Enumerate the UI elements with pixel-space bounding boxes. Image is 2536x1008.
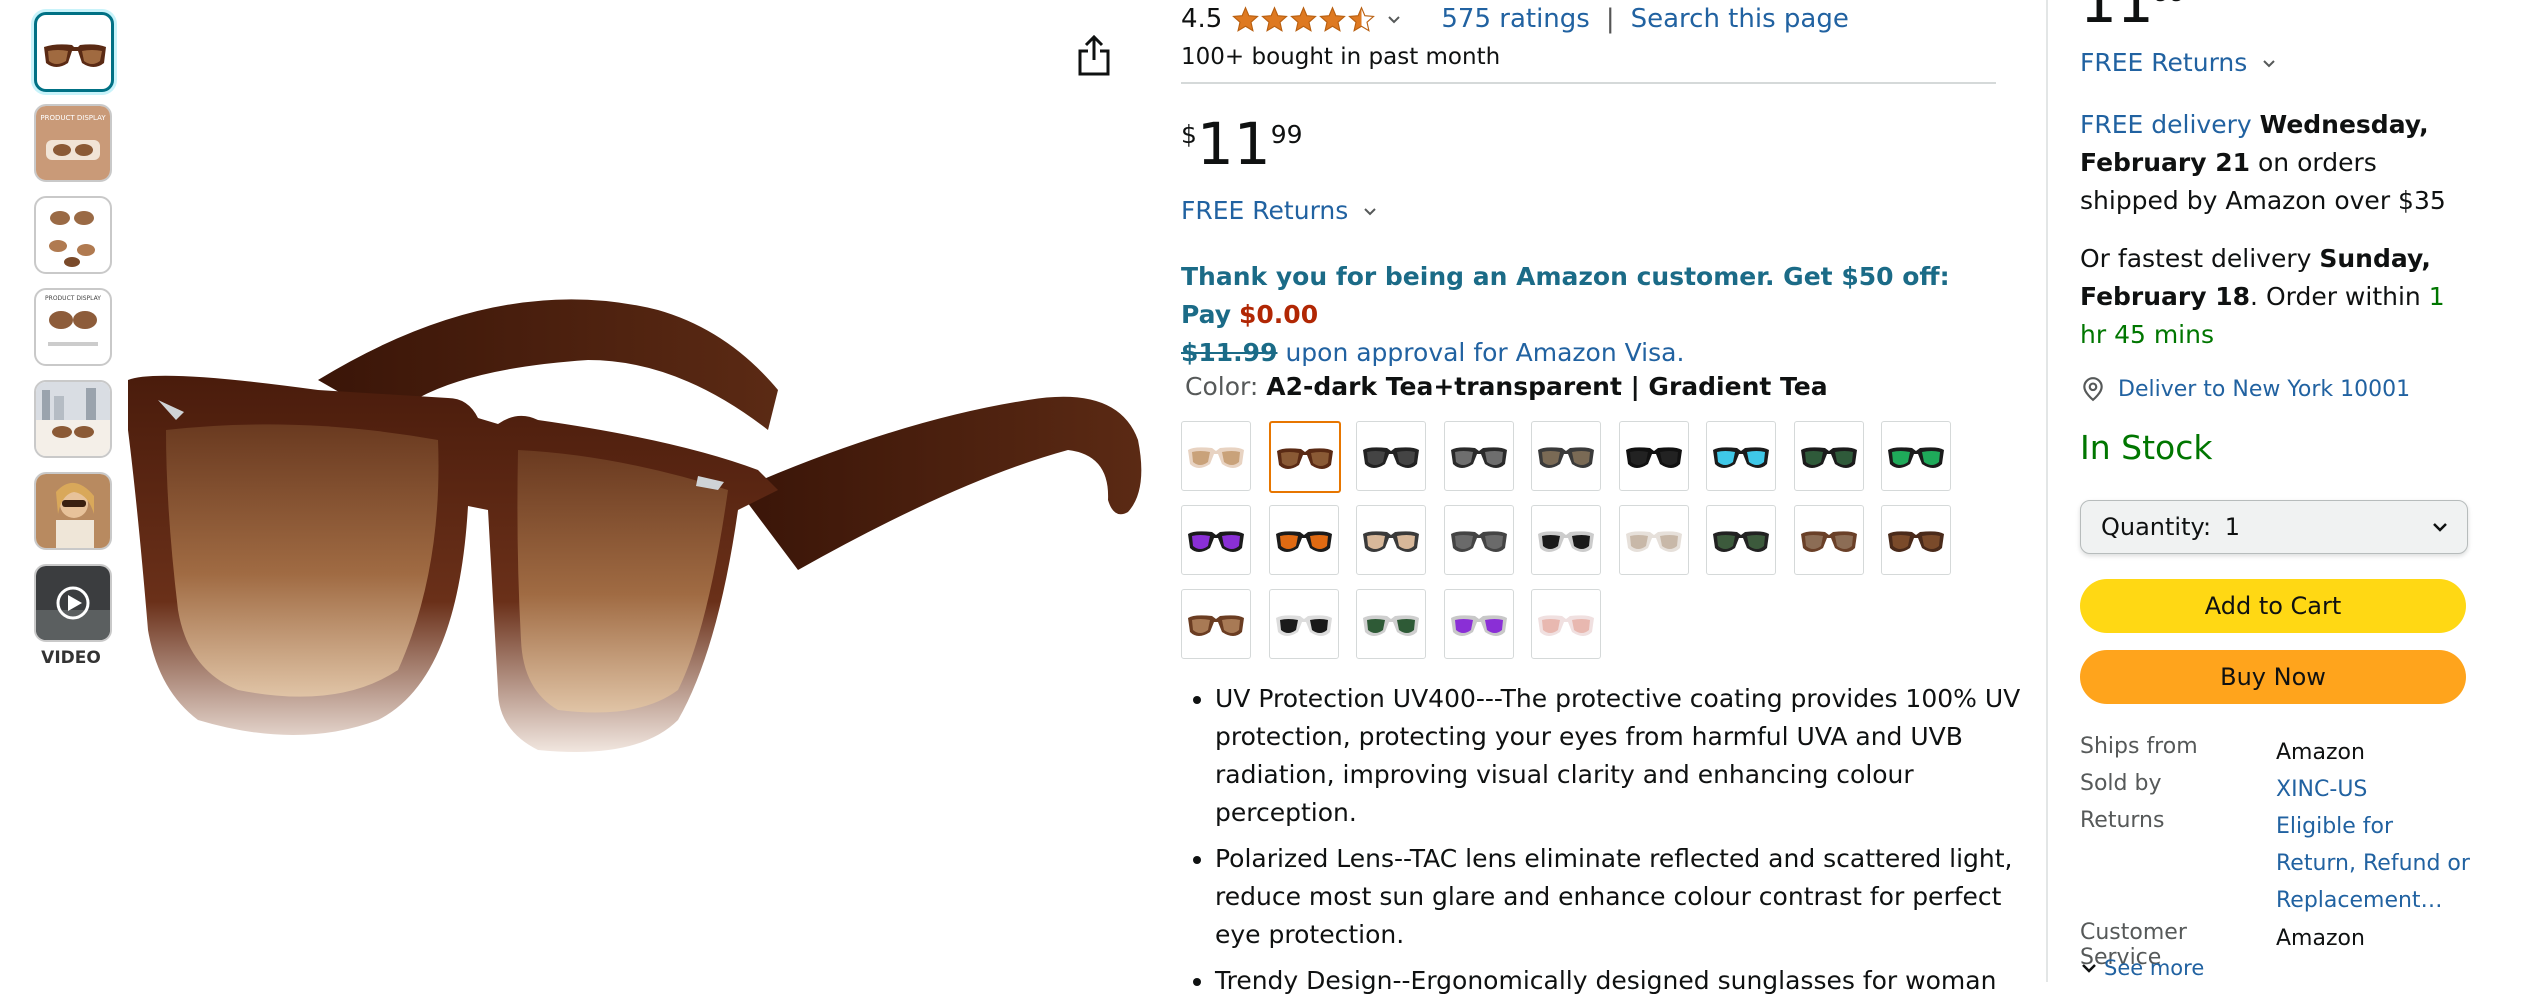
- chevron-down-icon: [2263, 60, 2275, 68]
- thumbnail-2-label: PRODUCT DISPLAY: [40, 114, 106, 122]
- feature-bullet: UV Protection UV400---The protective coa…: [1215, 680, 2035, 832]
- rating-stars[interactable]: [1232, 5, 1376, 33]
- stock-status: In Stock: [2080, 428, 2213, 467]
- thumbnail-4-label: PRODUCT DISPLAY: [45, 295, 101, 302]
- color-swatch[interactable]: [1531, 421, 1601, 491]
- quantity-label: Quantity:: [2101, 513, 2212, 541]
- rating-row: 4.5 575 ratings | Search this page: [1181, 4, 1849, 34]
- thumbnail-6[interactable]: [34, 472, 112, 550]
- free-returns-label: FREE Returns: [1181, 196, 1349, 225]
- color-value: A2-dark Tea+transparent | Gradient Tea: [1266, 372, 1828, 401]
- price-whole: 11: [1196, 110, 1271, 178]
- chevron-down-icon[interactable]: [1385, 10, 1403, 28]
- sold-by-label: Sold by: [2080, 771, 2162, 796]
- promo-strike-price: $11.99: [1181, 338, 1278, 367]
- color-swatch[interactable]: [1793, 505, 1864, 575]
- color-swatch[interactable]: [1443, 421, 1514, 491]
- fastest-mid: . Order within: [2250, 282, 2421, 311]
- buybox-free-returns-label: FREE Returns: [2080, 48, 2248, 77]
- feature-bullet: Trendy Design--Ergonomically designed su…: [1215, 962, 2035, 1000]
- color-swatch[interactable]: [1443, 589, 1514, 659]
- buybox-price-whole: 11: [2080, 0, 2154, 36]
- color-swatch[interactable]: [1706, 505, 1776, 575]
- color-swatch[interactable]: [1618, 505, 1689, 575]
- buybox-free-returns-link[interactable]: FREE Returns: [2080, 48, 2277, 77]
- see-more-label: See more: [2104, 956, 2205, 980]
- buybox-price: 1199: [2080, 0, 2186, 36]
- divider: [1181, 82, 1996, 84]
- visa-promo[interactable]: Thank you for being an Amazon customer. …: [1181, 258, 1996, 372]
- color-swatch[interactable]: [1268, 421, 1341, 493]
- ratings-count-link[interactable]: 575 ratings: [1441, 4, 1589, 34]
- feature-bullet: Polarized Lens--TAC lens eliminate refle…: [1215, 840, 2035, 954]
- ships-from-label: Ships from: [2080, 734, 2198, 759]
- thumbnail-2[interactable]: PRODUCT DISPLAY: [34, 104, 112, 182]
- color-swatch[interactable]: [1356, 421, 1426, 491]
- fastest-delivery: Or fastest delivery Sunday, February 18.…: [2080, 240, 2470, 354]
- price-fraction: 99: [1270, 120, 1303, 149]
- color-swatch[interactable]: [1268, 505, 1339, 575]
- rating-value: 4.5: [1181, 4, 1223, 34]
- color-swatch[interactable]: [1881, 421, 1951, 491]
- bought-count: 100+ bought in past month: [1181, 44, 1501, 70]
- thumbnail-3[interactable]: [34, 196, 112, 274]
- color-swatch[interactable]: [1793, 421, 1864, 491]
- star-icon: [1290, 5, 1318, 32]
- search-page-link[interactable]: Search this page: [1631, 4, 1849, 34]
- promo-tail: upon approval for Amazon Visa.: [1285, 338, 1685, 367]
- thumbnail-4[interactable]: PRODUCT DISPLAY: [34, 288, 112, 366]
- column-divider: [2046, 0, 2048, 982]
- half-star-icon: [1348, 5, 1376, 32]
- chevron-down-icon: [2082, 964, 2096, 973]
- deliver-to-label: Deliver to New York 10001: [2118, 376, 2411, 402]
- returns-link[interactable]: Eligible for Return, Refund or Replaceme…: [2276, 808, 2476, 919]
- color-swatch[interactable]: [1181, 505, 1251, 575]
- ships-from-value: Amazon: [2276, 740, 2365, 765]
- color-swatch[interactable]: [1618, 421, 1689, 491]
- color-label: Color:: [1185, 372, 1259, 401]
- thumbnail-video[interactable]: [34, 564, 112, 642]
- quantity-value: 1: [2224, 513, 2240, 541]
- color-swatch[interactable]: [1356, 505, 1426, 575]
- sold-by-link[interactable]: XINC-US: [2276, 771, 2476, 808]
- feature-bullets: UV Protection UV400---The protective coa…: [1181, 680, 2035, 1008]
- buybox-price-fraction: 99: [2154, 0, 2186, 7]
- color-swatch[interactable]: [1706, 421, 1776, 491]
- chevron-down-icon: [2433, 523, 2447, 532]
- quantity-select[interactable]: Quantity: 1: [2080, 500, 2468, 554]
- color-swatch[interactable]: [1443, 505, 1514, 575]
- star-icon: [1319, 5, 1347, 32]
- color-swatch[interactable]: [1531, 505, 1601, 575]
- color-swatch[interactable]: [1881, 505, 1951, 575]
- chevron-down-icon: [1364, 208, 1376, 216]
- returns-label: Returns: [2080, 808, 2165, 833]
- add-to-cart-button[interactable]: Add to Cart: [2080, 579, 2466, 633]
- price: $1199: [1181, 110, 1303, 178]
- star-icon: [1261, 5, 1289, 32]
- deliver-to-link[interactable]: Deliver to New York 10001: [2080, 376, 2410, 402]
- color-swatch[interactable]: [1531, 589, 1601, 659]
- thumbnail-1[interactable]: [34, 12, 114, 92]
- thumbnail-5[interactable]: [34, 380, 112, 458]
- video-label: VIDEO: [41, 648, 101, 668]
- buy-now-button[interactable]: Buy Now: [2080, 650, 2466, 704]
- free-delivery-link[interactable]: FREE delivery: [2080, 110, 2252, 139]
- color-swatch[interactable]: [1268, 589, 1339, 659]
- customer-service-value: Amazon: [2276, 926, 2365, 951]
- color-swatch[interactable]: [1356, 589, 1426, 659]
- delivery-info: FREE delivery Wednesday, February 21 on …: [2080, 106, 2470, 220]
- location-pin-icon: [2083, 377, 2103, 402]
- promo-price: $0.00: [1239, 300, 1319, 329]
- color-swatch[interactable]: [1181, 421, 1251, 491]
- star-icon: [1232, 5, 1260, 32]
- see-more-link[interactable]: See more: [2080, 956, 2204, 980]
- price-symbol: $: [1181, 120, 1197, 149]
- color-swatch[interactable]: [1181, 589, 1251, 659]
- share-icon[interactable]: [1076, 34, 1112, 78]
- main-product-image: [118, 250, 1158, 770]
- fastest-prefix: Or fastest delivery: [2080, 244, 2312, 273]
- color-selection: Color: A2-dark Tea+transparent | Gradien…: [1185, 372, 1828, 401]
- free-returns-link[interactable]: FREE Returns: [1181, 196, 1378, 225]
- rating-separator: |: [1605, 4, 1615, 34]
